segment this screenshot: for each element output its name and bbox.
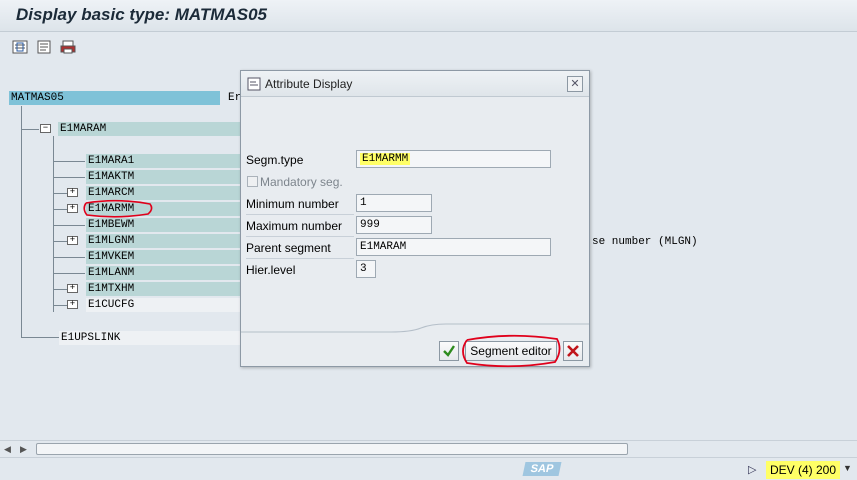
- dialog-icon: [247, 77, 261, 91]
- sap-logo: SAP: [522, 462, 562, 476]
- segm-type-label: Segm.type: [246, 153, 304, 167]
- tree-node-e1maram[interactable]: E1MARAM: [58, 122, 240, 136]
- min-number-label: Minimum number: [246, 197, 339, 211]
- status-bar: SAP ▷ DEV (4) 200 ▼: [0, 457, 857, 480]
- parent-segment-field: E1MARAM: [356, 238, 551, 256]
- expand-icon[interactable]: +: [67, 188, 78, 197]
- cancel-icon: [567, 345, 579, 357]
- segment-editor-icon[interactable]: [36, 39, 52, 55]
- annotation-circle: [83, 199, 153, 218]
- hier-level-label: Hier.level: [246, 263, 296, 277]
- segm-type-field: E1MARMM: [356, 150, 551, 168]
- expand-icon[interactable]: +: [67, 300, 78, 309]
- print-icon[interactable]: [60, 39, 76, 55]
- expand-tree-icon[interactable]: [12, 39, 28, 55]
- tree-node-child[interactable]: E1MAKTM: [86, 170, 240, 184]
- dialog-title: Attribute Display: [265, 77, 353, 91]
- tree-node-child[interactable]: E1MARCM: [86, 186, 240, 200]
- tree-node-child[interactable]: E1MTXHM: [86, 282, 240, 296]
- toolbar: [0, 34, 857, 60]
- expand-icon[interactable]: +: [67, 284, 78, 293]
- chevron-down-icon[interactable]: ▼: [843, 463, 852, 473]
- expand-icon[interactable]: +: [67, 204, 78, 213]
- system-info: DEV (4) 200: [766, 461, 841, 479]
- tree-node-child[interactable]: E1MARA1: [86, 154, 240, 168]
- tree-node-child[interactable]: E1MLANM: [86, 266, 240, 280]
- scroll-left-icon[interactable]: ◀: [4, 444, 11, 455]
- tree-node-child[interactable]: E1MBEWM: [86, 218, 240, 232]
- segm-type-value: E1MARMM: [360, 153, 411, 165]
- scroll-right-icon[interactable]: ▶: [20, 444, 27, 455]
- tree-node-child[interactable]: E1MLGNM: [86, 234, 240, 248]
- scroll-thumb[interactable]: [36, 443, 628, 455]
- tree-root[interactable]: MATMAS05: [9, 91, 220, 105]
- mandatory-checkbox: [247, 176, 258, 187]
- check-icon: [443, 345, 455, 357]
- confirm-button[interactable]: [439, 341, 459, 361]
- collapse-icon[interactable]: −: [40, 124, 51, 133]
- annotation-circle: [462, 334, 561, 368]
- tree-node-e1upslink[interactable]: E1UPSLINK: [59, 331, 240, 345]
- tree-root-description: Er: [228, 92, 242, 104]
- hier-level-field: 3: [356, 260, 376, 278]
- play-icon[interactable]: ▷: [748, 463, 756, 476]
- max-number-label: Maximum number: [246, 219, 343, 233]
- window-title: Display basic type: MATMAS05: [16, 5, 267, 24]
- tree-node-child[interactable]: E1CUCFG: [86, 298, 240, 312]
- expand-icon[interactable]: +: [67, 236, 78, 245]
- parent-segment-label: Parent segment: [246, 241, 331, 255]
- min-number-field: 1: [356, 194, 432, 212]
- title-bar: Display basic type: MATMAS05: [0, 0, 857, 32]
- cancel-button[interactable]: [563, 341, 583, 361]
- horizontal-scrollbar[interactable]: ◀ ▶: [0, 440, 857, 456]
- attribute-display-dialog: Attribute Display ✕ Segm.type E1MARMM Ma…: [240, 70, 590, 368]
- max-number-field: 999: [356, 216, 432, 234]
- dialog-header: Attribute Display ✕: [241, 71, 589, 97]
- mandatory-label: Mandatory seg.: [260, 175, 343, 189]
- tree-node-child[interactable]: E1MVKEM: [86, 250, 240, 264]
- segment-description: se number (MLGN): [592, 236, 698, 248]
- close-icon[interactable]: ✕: [567, 76, 583, 92]
